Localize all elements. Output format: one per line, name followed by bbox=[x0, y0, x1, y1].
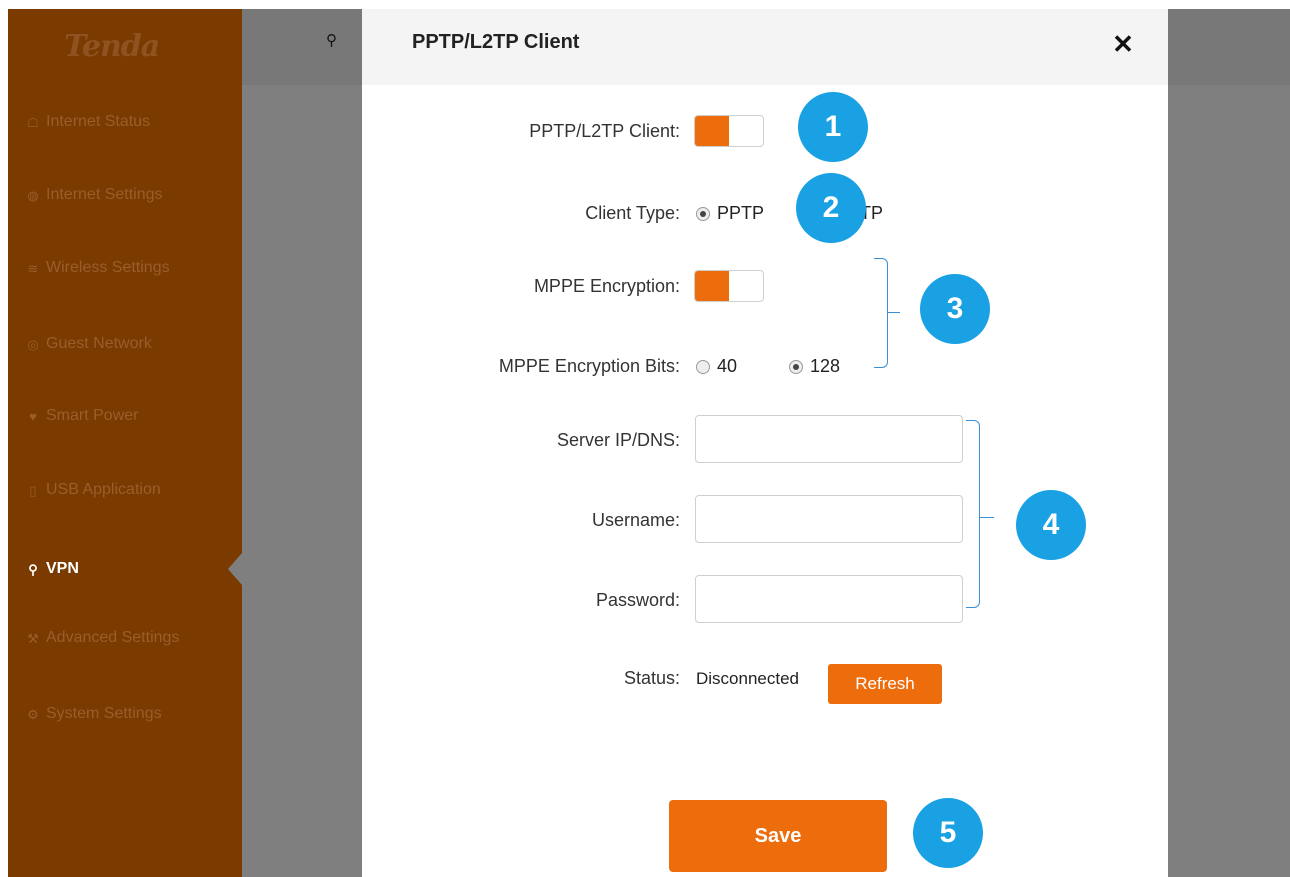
client-type-pptp-radio[interactable]: PPTP bbox=[696, 203, 764, 224]
top-bar-right bbox=[1168, 9, 1290, 85]
vpn-icon: ⚲ bbox=[28, 561, 38, 577]
status-value: Disconnected bbox=[696, 669, 800, 688]
sidebar-item-label: VPN bbox=[46, 560, 79, 577]
mppe-encryption-toggle[interactable] bbox=[694, 270, 764, 302]
bracket-4-tick bbox=[980, 517, 994, 518]
toggle-on-indicator bbox=[695, 271, 729, 301]
username-label: Username: bbox=[591, 510, 680, 530]
close-icon[interactable]: ✕ bbox=[1110, 29, 1136, 59]
server-label: Server IP/DNS: bbox=[556, 430, 680, 450]
client-enable-label: PPTP/L2TP Client: bbox=[529, 121, 680, 141]
gear-icon: ⚙ bbox=[27, 706, 39, 722]
wrench-icon: ⚒ bbox=[27, 630, 39, 646]
username-input[interactable] bbox=[695, 495, 963, 543]
guest-icon: ◎ bbox=[27, 336, 39, 352]
mppe-bits-128-radio[interactable]: 128 bbox=[789, 356, 840, 377]
sidebar-item-label: Smart Power bbox=[46, 407, 139, 424]
client-enable-toggle[interactable] bbox=[694, 115, 764, 147]
sidebar-item-label: Guest Network bbox=[46, 335, 152, 352]
callout-1: 1 bbox=[798, 92, 868, 162]
sidebar-item-label: Internet Status bbox=[46, 113, 151, 130]
sidebar-item-smart-power[interactable]: ♥ Smart Power bbox=[26, 407, 138, 425]
usb-icon: ▯ bbox=[29, 482, 37, 498]
radio-dot bbox=[789, 359, 803, 374]
mppe-encryption-label: MPPE Encryption: bbox=[533, 276, 680, 296]
sidebar-item-advanced-settings[interactable]: ⚒ Advanced Settings bbox=[26, 629, 179, 647]
bulb-icon: ♥ bbox=[29, 408, 37, 424]
pptp-l2tp-client-dialog: PPTP/L2TP Client ✕ PPTP/L2TP Client: Cli… bbox=[362, 9, 1168, 877]
sidebar-item-usb-application[interactable]: ▯ USB Application bbox=[26, 481, 161, 499]
radio-label: 128 bbox=[810, 356, 841, 376]
client-type-label: Client Type: bbox=[585, 203, 680, 223]
radio-label: PPTP bbox=[717, 203, 765, 223]
password-label: Password: bbox=[595, 590, 680, 610]
sidebar-item-label: Advanced Settings bbox=[46, 629, 180, 646]
radio-label: 40 bbox=[717, 356, 738, 376]
callout-4: 4 bbox=[1016, 490, 1086, 560]
sidebar-item-label: System Settings bbox=[46, 705, 162, 722]
callout-2: 2 bbox=[796, 173, 866, 243]
refresh-button[interactable]: Refresh bbox=[828, 664, 942, 704]
dialog-title: PPTP/L2TP Client bbox=[412, 31, 580, 53]
router-icon: ☖ bbox=[27, 114, 39, 130]
bracket-4 bbox=[966, 420, 980, 608]
sidebar-item-label: Internet Settings bbox=[46, 186, 163, 203]
sidebar-item-wireless-settings[interactable]: ≋ Wireless Settings bbox=[26, 259, 170, 277]
bracket-3-tick bbox=[888, 312, 900, 313]
bracket-3 bbox=[874, 258, 888, 368]
sidebar: Tenda ☖ Internet Status ◍ Internet Setti… bbox=[8, 9, 242, 877]
toggle-on-indicator bbox=[695, 116, 729, 146]
sidebar-item-internet-status[interactable]: ☖ Internet Status bbox=[26, 113, 150, 131]
sidebar-item-label: Wireless Settings bbox=[46, 259, 170, 276]
radio-dot bbox=[696, 359, 710, 374]
active-nav-pointer bbox=[228, 553, 242, 585]
password-input[interactable] bbox=[695, 575, 963, 623]
callout-5: 5 bbox=[913, 798, 983, 868]
mppe-bits-label: MPPE Encryption Bits: bbox=[498, 356, 680, 376]
sidebar-item-system-settings[interactable]: ⚙ System Settings bbox=[26, 705, 162, 723]
server-input[interactable] bbox=[695, 415, 963, 463]
sidebar-item-label: USB Application bbox=[46, 481, 161, 498]
globe-icon: ◍ bbox=[27, 187, 39, 203]
callout-3: 3 bbox=[920, 274, 990, 344]
sidebar-item-guest-network[interactable]: ◎ Guest Network bbox=[26, 335, 152, 353]
radio-dot bbox=[696, 206, 710, 221]
top-bar bbox=[242, 9, 362, 85]
vpn-icon: ⚲ bbox=[326, 32, 337, 49]
sidebar-item-vpn[interactable]: ⚲ VPN bbox=[26, 560, 79, 578]
wifi-icon: ≋ bbox=[27, 260, 39, 276]
mppe-bits-40-radio[interactable]: 40 bbox=[696, 356, 737, 377]
save-button[interactable]: Save bbox=[669, 800, 887, 872]
status-label: Status: bbox=[623, 668, 680, 688]
dialog-header: PPTP/L2TP Client ✕ bbox=[362, 9, 1168, 85]
tenda-logo: Tenda bbox=[64, 29, 160, 64]
sidebar-item-internet-settings[interactable]: ◍ Internet Settings bbox=[26, 186, 163, 204]
